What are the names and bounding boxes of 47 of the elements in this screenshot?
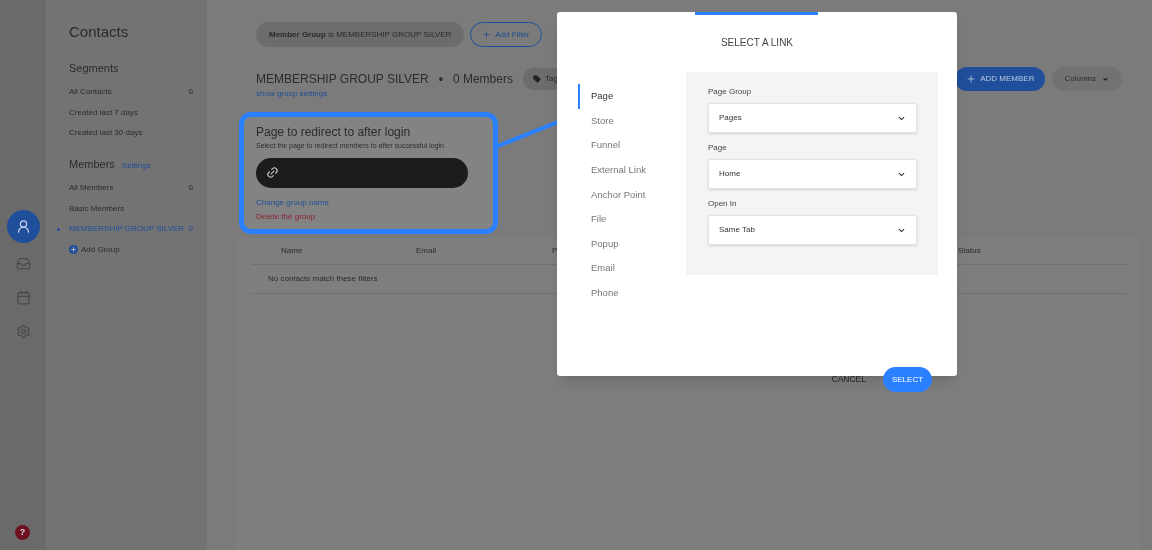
select-field[interactable]: Home	[708, 159, 917, 189]
section-heading: Segments	[69, 60, 120, 76]
segment-item[interactable]: Created last 7 days	[69, 106, 138, 119]
add-group-link[interactable]: Add Group	[81, 243, 120, 256]
column-header: P	[552, 246, 558, 255]
link-type-tab[interactable]: Email	[578, 256, 686, 281]
help-button[interactable]: ?	[15, 525, 30, 540]
empty-message: No contacts match these filters	[268, 273, 378, 285]
link-type-tab[interactable]: External Link	[578, 157, 686, 183]
field-label: Page	[708, 142, 728, 154]
member-group-item[interactable]: MEMBERSHIP GROUP SILVER	[69, 223, 185, 236]
sidebar-title: Contacts	[69, 22, 130, 42]
column-header: Email	[416, 246, 436, 255]
link-type-tab[interactable]: Phone	[578, 280, 686, 306]
select-field[interactable]: Same Tab	[708, 215, 917, 245]
add-member-button[interactable]: ADD MEMBER	[955, 67, 1046, 91]
dialog-title: SELECT A LINK	[720, 36, 794, 50]
select-field[interactable]: Pages	[708, 103, 917, 133]
plus-icon	[966, 74, 977, 84]
segment-item[interactable]: All Contacts	[69, 86, 112, 99]
field-label: Open In	[708, 198, 738, 210]
column-header: Name	[281, 246, 303, 255]
link-type-tab[interactable]: Anchor Point	[578, 182, 686, 207]
link-picker-field[interactable]	[256, 157, 468, 188]
column-header: Status	[958, 246, 981, 255]
member-group-item[interactable]: Basic Members	[69, 202, 125, 215]
select-button[interactable]: SELECT	[883, 367, 932, 393]
member-group-item[interactable]: All Members	[69, 182, 114, 195]
show-settings-link[interactable]: show group settings	[256, 88, 328, 100]
change-name-link[interactable]: Change group name	[256, 196, 329, 209]
redirect-title: Page to redirect to after login	[256, 124, 412, 141]
members-count: 0 Members	[452, 71, 513, 88]
plus-icon	[482, 30, 492, 39]
link-type-tab[interactable]: Popup	[578, 231, 686, 257]
separator-dot: •	[438, 71, 443, 88]
field-label: Page Group	[708, 86, 753, 98]
cancel-button[interactable]: CANCEL	[828, 369, 869, 391]
settings-link[interactable]: Settings	[121, 159, 151, 172]
link-type-tab[interactable]: Store	[578, 108, 686, 134]
tag-icon	[532, 75, 541, 83]
link-type-tab[interactable]: Funnel	[578, 133, 686, 158]
link-type-tab[interactable]: File	[578, 206, 686, 232]
columns-button[interactable]: Columns	[1052, 67, 1122, 91]
section-heading: Members	[69, 156, 115, 172]
group-title: MEMBERSHIP GROUP SILVER	[256, 71, 429, 88]
contacts-icon[interactable]	[6, 210, 40, 243]
delete-group-link[interactable]: Delete the group	[256, 210, 316, 223]
